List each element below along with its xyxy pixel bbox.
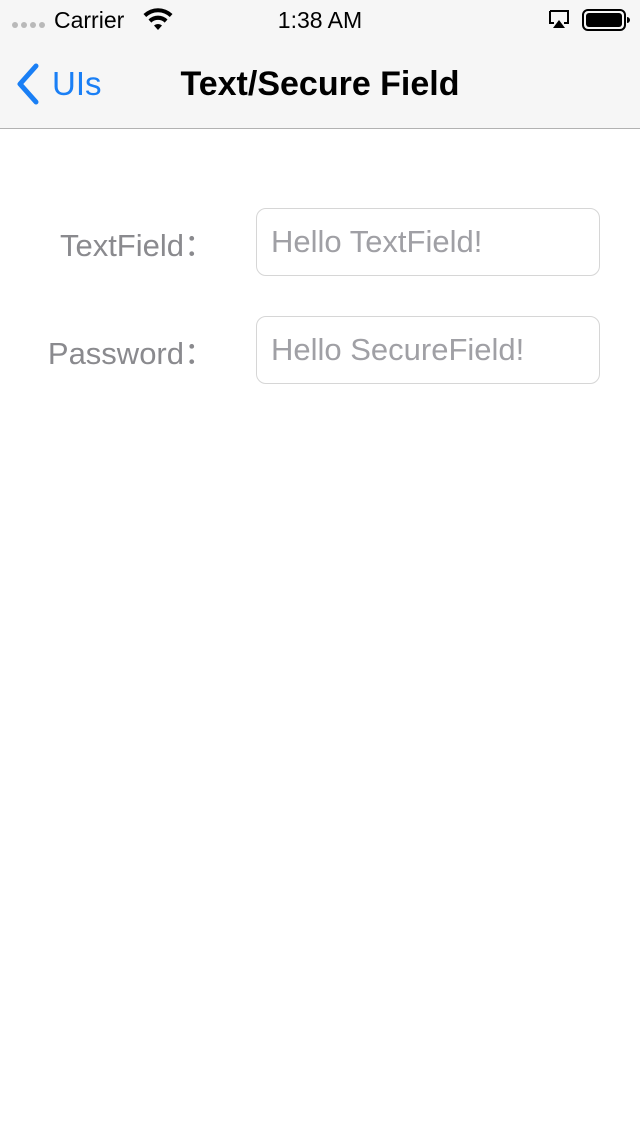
text-field-input[interactable] [256, 208, 600, 276]
airplay-icon [549, 10, 569, 28]
password-field-row: Password： [0, 316, 640, 384]
password-field-input[interactable] [256, 316, 600, 384]
password-field-label: Password： [47, 335, 215, 371]
text-field-row: TextField： [0, 208, 640, 276]
battery-icon [582, 9, 630, 31]
status-bar: Carrier 1:38 AM [0, 0, 640, 40]
clock: 1:38 AM [277, 7, 363, 33]
text-field-label: TextField： [59, 227, 215, 263]
screen: Carrier 1:38 AM UIs Text/Secure Field Te… [0, 0, 640, 1136]
page-title: Text/Secure Field [180, 65, 460, 103]
navigation-bar: UIs Text/Secure Field [0, 40, 640, 129]
